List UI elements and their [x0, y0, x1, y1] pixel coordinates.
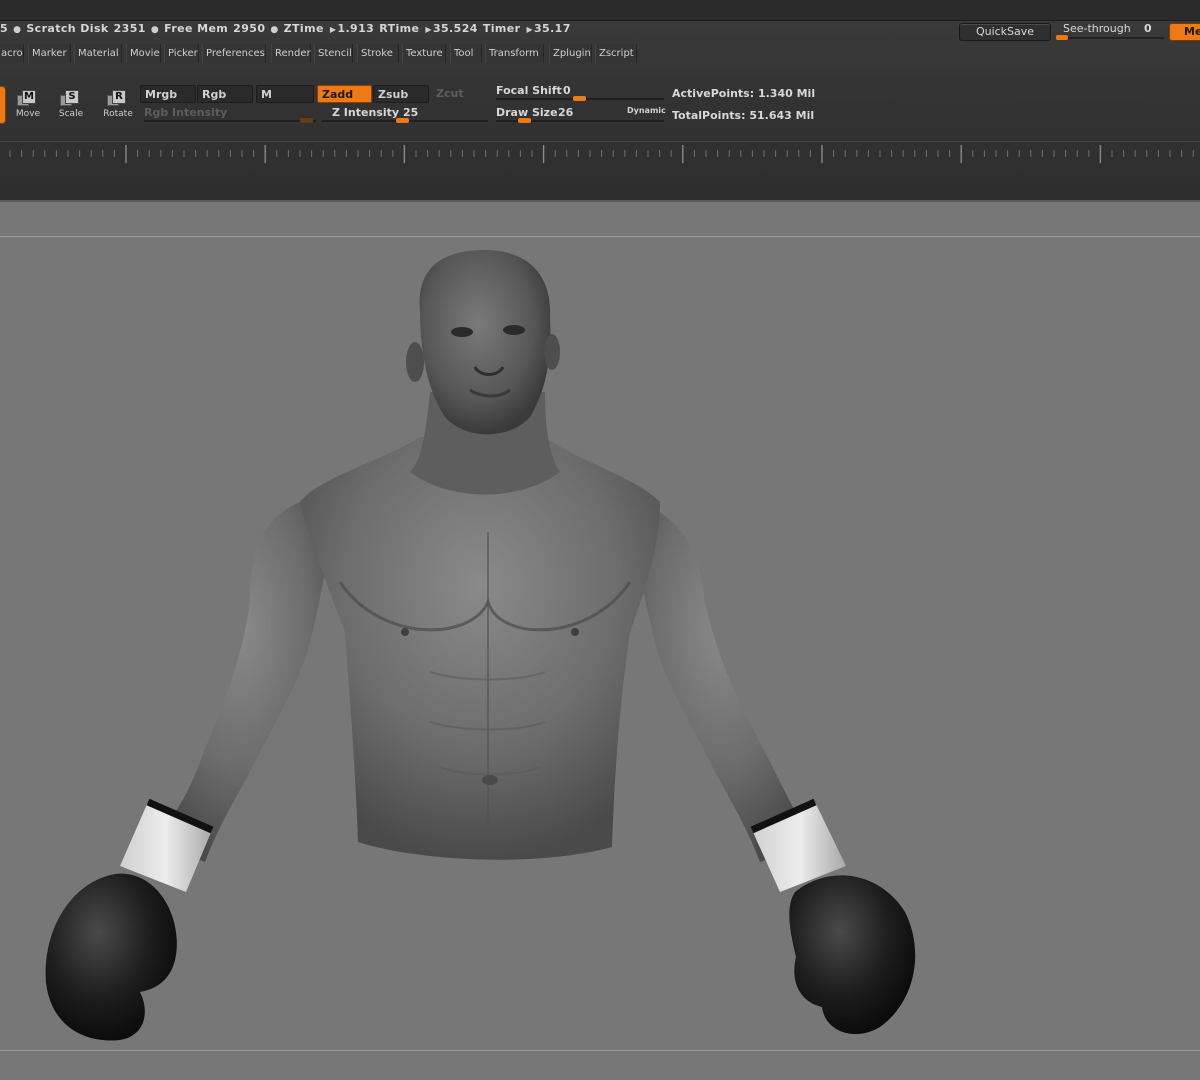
bullet-icon: ●: [13, 25, 22, 35]
triangle-right-icon: ▶: [425, 25, 432, 34]
left-glove: [45, 873, 177, 1041]
m-button[interactable]: M: [256, 85, 314, 103]
menu-item-render[interactable]: Render: [271, 44, 311, 63]
rgb-button[interactable]: Rgb: [197, 85, 253, 103]
scale-button[interactable]: S Scale: [51, 90, 91, 124]
total-points-label: TotalPoints:: [672, 109, 746, 122]
scratch-disk-label: Scratch Disk: [26, 22, 109, 35]
zcut-button[interactable]: Zcut: [432, 85, 488, 103]
rtime-label: RTime: [379, 22, 420, 35]
total-points-value: 51.643: [749, 109, 792, 122]
active-points-readout: ActivePoints: 1.340 Mil: [672, 87, 815, 100]
z-intensity-label: Z Intensity: [332, 106, 400, 119]
active-points-label: ActivePoints:: [672, 87, 755, 100]
zsub-button[interactable]: Zsub: [373, 85, 429, 103]
draw-size-value: 26: [558, 106, 574, 119]
free-mem-value: 2950: [233, 22, 266, 35]
sculpt-model-boxer[interactable]: [0, 202, 1200, 1080]
menu-item-picker[interactable]: Picker: [164, 44, 199, 63]
menu-item-macro[interactable]: acro: [0, 44, 24, 63]
menu-item-marker[interactable]: Marker: [28, 44, 71, 63]
rgb-intensity-knob[interactable]: [300, 118, 313, 123]
rgb-intensity-slider[interactable]: Rgb Intensity: [144, 106, 316, 126]
z-intensity-slider[interactable]: Z Intensity 25: [322, 106, 488, 126]
menu-item-transform[interactable]: Transform: [485, 44, 544, 63]
active-points-value: 1.340: [757, 87, 793, 100]
document-canvas[interactable]: [0, 200, 1200, 1080]
see-through-label: See-through: [1063, 22, 1131, 35]
status-prefix: 5: [0, 22, 9, 35]
timer-value: 35.17: [534, 22, 571, 35]
menu-item-tool[interactable]: Tool: [450, 44, 482, 63]
ztime-value: 1.913: [337, 22, 375, 35]
z-intensity-knob[interactable]: [396, 118, 409, 123]
focal-shift-slider[interactable]: Focal Shift 0: [496, 84, 664, 104]
title-strip: [0, 0, 1200, 20]
menu-item-movie[interactable]: Movie: [126, 44, 161, 63]
see-through-value: 0: [1144, 22, 1152, 35]
focal-shift-knob[interactable]: [573, 96, 586, 101]
mrgb-button[interactable]: Mrgb: [140, 85, 196, 103]
triangle-right-icon: ▶: [329, 25, 337, 34]
ztime-label: ZTime: [283, 22, 324, 35]
see-through-knob[interactable]: [1056, 35, 1068, 40]
total-points-unit: Mil: [795, 109, 815, 122]
rotate-label: Rotate: [103, 109, 133, 119]
scale-label: Scale: [58, 109, 84, 119]
draw-mode-button[interactable]: [0, 86, 6, 124]
move-icon: M: [17, 90, 36, 106]
quicksave-button[interactable]: QuickSave: [959, 23, 1051, 41]
move-button[interactable]: M Move: [8, 90, 48, 124]
move-label: Move: [15, 109, 41, 119]
menu-item-zplugin[interactable]: Zplugin: [549, 44, 592, 63]
left-arm: [150, 502, 330, 862]
status-bar: 5 ● Scratch Disk 2351 ● Free Mem 2950 ● ZTime ▶1.…: [0, 22, 576, 36]
bullet-icon: ●: [150, 25, 160, 35]
draw-size-knob[interactable]: [518, 118, 531, 123]
menu-item-material[interactable]: Material: [74, 44, 122, 63]
total-points-readout: TotalPoints: 51.643 Mil: [672, 109, 814, 122]
scale-icon: S: [60, 90, 79, 106]
rgb-intensity-label: Rgb Intensity: [144, 106, 228, 119]
rotate-icon: R: [107, 90, 126, 106]
right-arm: [630, 502, 815, 862]
bullet-icon: ●: [270, 25, 279, 35]
scratch-disk-value: 2351: [113, 22, 146, 35]
right-glove: [789, 875, 916, 1035]
active-points-unit: Mil: [796, 87, 816, 100]
menu-item-preferences[interactable]: Preferences: [202, 44, 266, 63]
triangle-right-icon: ▶: [526, 25, 533, 34]
rtime-value: 35.524: [432, 22, 478, 35]
see-through-track[interactable]: [1056, 37, 1164, 39]
timeline-ticks: [9, 145, 1194, 163]
menu-item-texture[interactable]: Texture: [402, 44, 446, 63]
rotate-button[interactable]: R Rotate: [98, 90, 138, 124]
torso: [300, 437, 660, 860]
see-through-slider[interactable]: See-through 0: [1056, 22, 1164, 42]
zadd-button[interactable]: Zadd: [317, 85, 372, 103]
timeline-ruler[interactable]: [0, 141, 1200, 167]
menu-item-stencil[interactable]: Stencil: [314, 44, 353, 63]
menu-item-stroke[interactable]: Stroke: [357, 44, 399, 63]
free-mem-label: Free Mem: [164, 22, 229, 35]
timer-label: Timer: [482, 22, 521, 35]
dynamic-toggle[interactable]: Dynamic: [627, 106, 666, 115]
focal-shift-label: Focal Shift: [496, 84, 562, 97]
menu-item-zscript[interactable]: Zscript: [595, 44, 637, 63]
rgb-intensity-track[interactable]: [144, 120, 316, 122]
menus-button[interactable]: Menus: [1169, 23, 1200, 41]
focal-shift-value: 0: [563, 84, 571, 97]
